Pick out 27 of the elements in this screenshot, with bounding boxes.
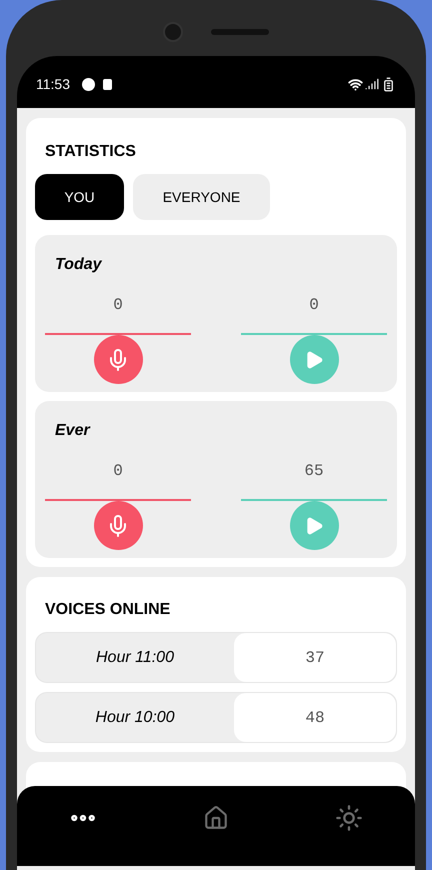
settings-icon[interactable]: [334, 804, 363, 832]
count: 0: [113, 295, 123, 315]
play-button[interactable]: [290, 501, 338, 550]
wifi-icon: [348, 76, 363, 92]
count: 0: [309, 295, 319, 315]
section-title: STATISTICS: [45, 142, 137, 162]
camera-icon: [163, 22, 183, 42]
hour-label: Hour 10:00: [94, 708, 176, 728]
record-button[interactable]: [94, 501, 142, 550]
play-button[interactable]: [290, 335, 338, 384]
sd-card-icon: [103, 78, 112, 90]
record-button[interactable]: [94, 335, 142, 384]
count: 65: [304, 461, 324, 481]
hour-label: Hour 11:00: [95, 648, 175, 668]
count: 0: [113, 461, 123, 481]
tab[interactable]: EVERYONE: [133, 174, 270, 220]
speaker-grille: [211, 29, 269, 35]
tab[interactable]: YOU: [35, 174, 124, 220]
section-title: VOICES ONLINE: [45, 600, 172, 620]
hour-value: 48: [234, 693, 396, 742]
signal-icon: [365, 77, 379, 91]
status-time: 11:53: [36, 74, 70, 94]
period-title: Today: [55, 255, 103, 275]
home-icon[interactable]: [202, 805, 229, 831]
battery-icon: [381, 76, 396, 92]
period-title: Ever: [55, 421, 92, 441]
hour-value: 37: [234, 633, 396, 682]
